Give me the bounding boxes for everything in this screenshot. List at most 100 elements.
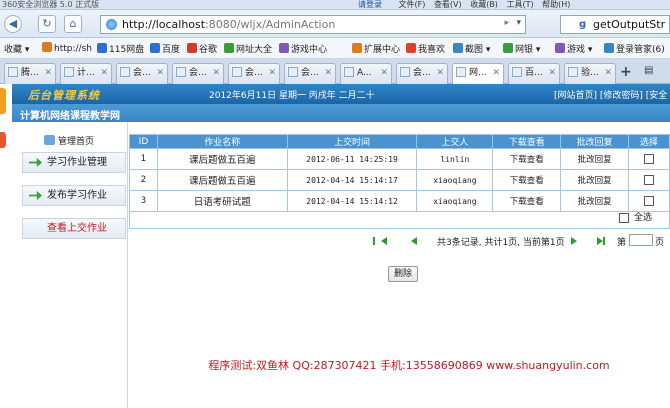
- reply-link[interactable]: 批改回复: [560, 169, 630, 191]
- search-box[interactable]: g getOutputStr: [560, 15, 670, 34]
- browser-tab-active[interactable]: 网... ✕: [452, 63, 504, 84]
- go-arrow-icon[interactable]: ▸: [504, 18, 509, 28]
- address-toolbar: ◀ ↻ ⌂ http://localhost:8080/wljx/AdminAc…: [0, 10, 670, 38]
- tab-bar: 腾... ✕ 计... ✕ 会... ✕ 会... ✕ 会... ✕ 会... ✕ A...…: [0, 59, 670, 84]
- select-all[interactable]: 全选: [619, 210, 652, 223]
- app-logo: 后台管理系统: [28, 89, 100, 102]
- page-number-input[interactable]: [629, 234, 653, 246]
- admin-sidebar: 管理首页 学习作业管理 发布学习作业 查看上交作业: [12, 122, 128, 408]
- row-checkbox[interactable]: [644, 174, 654, 185]
- browser-tab[interactable]: 计... ✕: [60, 63, 112, 84]
- download-link[interactable]: 下载查看: [492, 190, 562, 212]
- search-input[interactable]: getOutputStr: [593, 18, 665, 31]
- favorites-bar: 收藏 ▾ http://sh 115网盘 百度 谷歌 网址大全 游戏中心 扩展中…: [0, 38, 670, 59]
- close-icon[interactable]: ✕: [156, 64, 164, 83]
- login-manager-button[interactable]: 登录管家(6): [604, 42, 665, 55]
- close-icon[interactable]: ✕: [492, 64, 500, 83]
- home-button[interactable]: ⌂: [64, 15, 82, 33]
- download-link[interactable]: 下载查看: [492, 169, 562, 191]
- login-link[interactable]: 请登录: [358, 0, 382, 9]
- bank-icon: [503, 43, 513, 53]
- close-icon[interactable]: ✕: [44, 64, 52, 83]
- reply-link[interactable]: 批改回复: [560, 190, 630, 212]
- browser-tab[interactable]: 会... ✕: [172, 63, 224, 84]
- chevron-down-icon[interactable]: ▾: [516, 18, 521, 28]
- fav-item-115[interactable]: 115网盘: [97, 42, 144, 55]
- online-banking-button[interactable]: 网银 ▾: [503, 42, 540, 55]
- fav-label: 游戏: [567, 45, 586, 55]
- fav-label: 网银: [515, 45, 534, 55]
- heart-icon: [406, 43, 416, 53]
- extensions-button[interactable]: 扩展中心: [352, 42, 400, 55]
- browser-tab[interactable]: 百... ✕: [508, 63, 560, 84]
- screenshot-button[interactable]: 截图 ▾: [453, 42, 490, 55]
- page-icon: [288, 67, 298, 77]
- menu-view[interactable]: 查看(V): [434, 0, 462, 9]
- favorites-menu[interactable]: 收藏 ▾: [4, 42, 29, 55]
- delete-button[interactable]: 删除: [388, 266, 418, 282]
- close-icon[interactable]: ✕: [324, 64, 332, 83]
- browser-tab[interactable]: 腾... ✕: [4, 63, 56, 84]
- select-all-checkbox[interactable]: [619, 212, 629, 223]
- close-icon[interactable]: ✕: [604, 64, 612, 83]
- footer-credits: 程序测试:双鱼林 QQ:287307421 手机:13558690869 www…: [208, 359, 610, 372]
- select-all-label: 全选: [634, 213, 653, 223]
- app-header: 后台管理系统 2012年6月11日 星期一 丙戌年 二月二十 [网站首页] [修…: [12, 84, 670, 104]
- browser-tab[interactable]: A... ✕: [340, 63, 392, 84]
- column-header: ID: [129, 134, 158, 149]
- fav-label: 谷歌: [199, 45, 218, 55]
- last-page-icon[interactable]: [597, 237, 605, 245]
- sidebar-toggle-icon[interactable]: [0, 132, 6, 148]
- close-icon[interactable]: ✕: [436, 64, 444, 83]
- games-button[interactable]: 游戏 ▾: [555, 42, 592, 55]
- sidebar-toggle-icon[interactable]: [0, 88, 6, 114]
- browser-tab[interactable]: 会... ✕: [228, 63, 280, 84]
- url-text[interactable]: http://localhost:8080/wljx/AdminAction: [122, 18, 335, 31]
- cell-select: [628, 169, 670, 191]
- header-links[interactable]: [网站首页] [修改密码] [安全: [554, 88, 667, 101]
- column-header: 上交人: [416, 134, 494, 149]
- browser-tab[interactable]: 验... ✕: [564, 63, 616, 84]
- download-link[interactable]: 下载查看: [492, 148, 562, 170]
- new-tab-button[interactable]: +: [620, 64, 632, 80]
- menu-help[interactable]: 帮助(H): [542, 0, 570, 9]
- browser-tab[interactable]: 会... ✕: [116, 63, 168, 84]
- browser-tab[interactable]: 会... ✕: [396, 63, 448, 84]
- sidebar-item-homework-management[interactable]: 学习作业管理: [22, 152, 126, 173]
- gamepad-icon: [279, 43, 289, 53]
- submissions-table: ID 作业名称 上交时间 上交人 下载查看 批改回复 选择 1 课后题做五百遍 …: [129, 134, 670, 212]
- browser-tab[interactable]: 会... ✕: [284, 63, 336, 84]
- sidebar-item-publish-homework[interactable]: 发布学习作业: [22, 185, 126, 206]
- sidebar-title[interactable]: 管理首页: [44, 134, 94, 147]
- cloud-icon: [97, 43, 107, 53]
- close-icon[interactable]: ✕: [548, 64, 556, 83]
- row-checkbox[interactable]: [644, 195, 654, 206]
- sidebar-item-view-submissions[interactable]: 查看上交作业: [22, 218, 126, 239]
- fav-item-baidu[interactable]: 百度: [150, 42, 180, 55]
- menu-file[interactable]: 文件(F): [399, 0, 426, 9]
- prev-page-icon[interactable]: [411, 237, 417, 245]
- fav-item-http[interactable]: http://sh: [42, 42, 92, 54]
- back-button[interactable]: ◀: [4, 15, 22, 33]
- cell-name: 课后题做五百遍: [156, 169, 288, 191]
- row-checkbox[interactable]: [644, 153, 654, 164]
- fav-item-directory[interactable]: 网址大全: [224, 42, 272, 55]
- tab-list-icon[interactable]: ▤: [644, 65, 653, 76]
- fav-label: 网址大全: [236, 45, 273, 55]
- close-icon[interactable]: ✕: [212, 64, 220, 83]
- refresh-button[interactable]: ↻: [38, 15, 56, 33]
- like-button[interactable]: 我喜欢: [406, 42, 445, 55]
- close-icon[interactable]: ✕: [268, 64, 276, 83]
- fav-item-google[interactable]: 谷歌: [187, 42, 217, 55]
- first-page-icon[interactable]: [373, 237, 387, 245]
- next-page-icon[interactable]: [571, 237, 577, 245]
- fav-label: 我喜欢: [418, 45, 446, 55]
- url-bar[interactable]: http://localhost:8080/wljx/AdminAction ▸…: [100, 15, 526, 34]
- reply-link[interactable]: 批改回复: [560, 148, 630, 170]
- menu-favorites[interactable]: 收藏(B): [470, 0, 498, 9]
- page-icon: [64, 67, 74, 77]
- close-icon[interactable]: ✕: [100, 64, 108, 83]
- close-icon[interactable]: ✕: [380, 64, 388, 83]
- fav-item-games-center[interactable]: 游戏中心: [279, 42, 327, 55]
- menu-tools[interactable]: 工具(T): [506, 0, 533, 9]
